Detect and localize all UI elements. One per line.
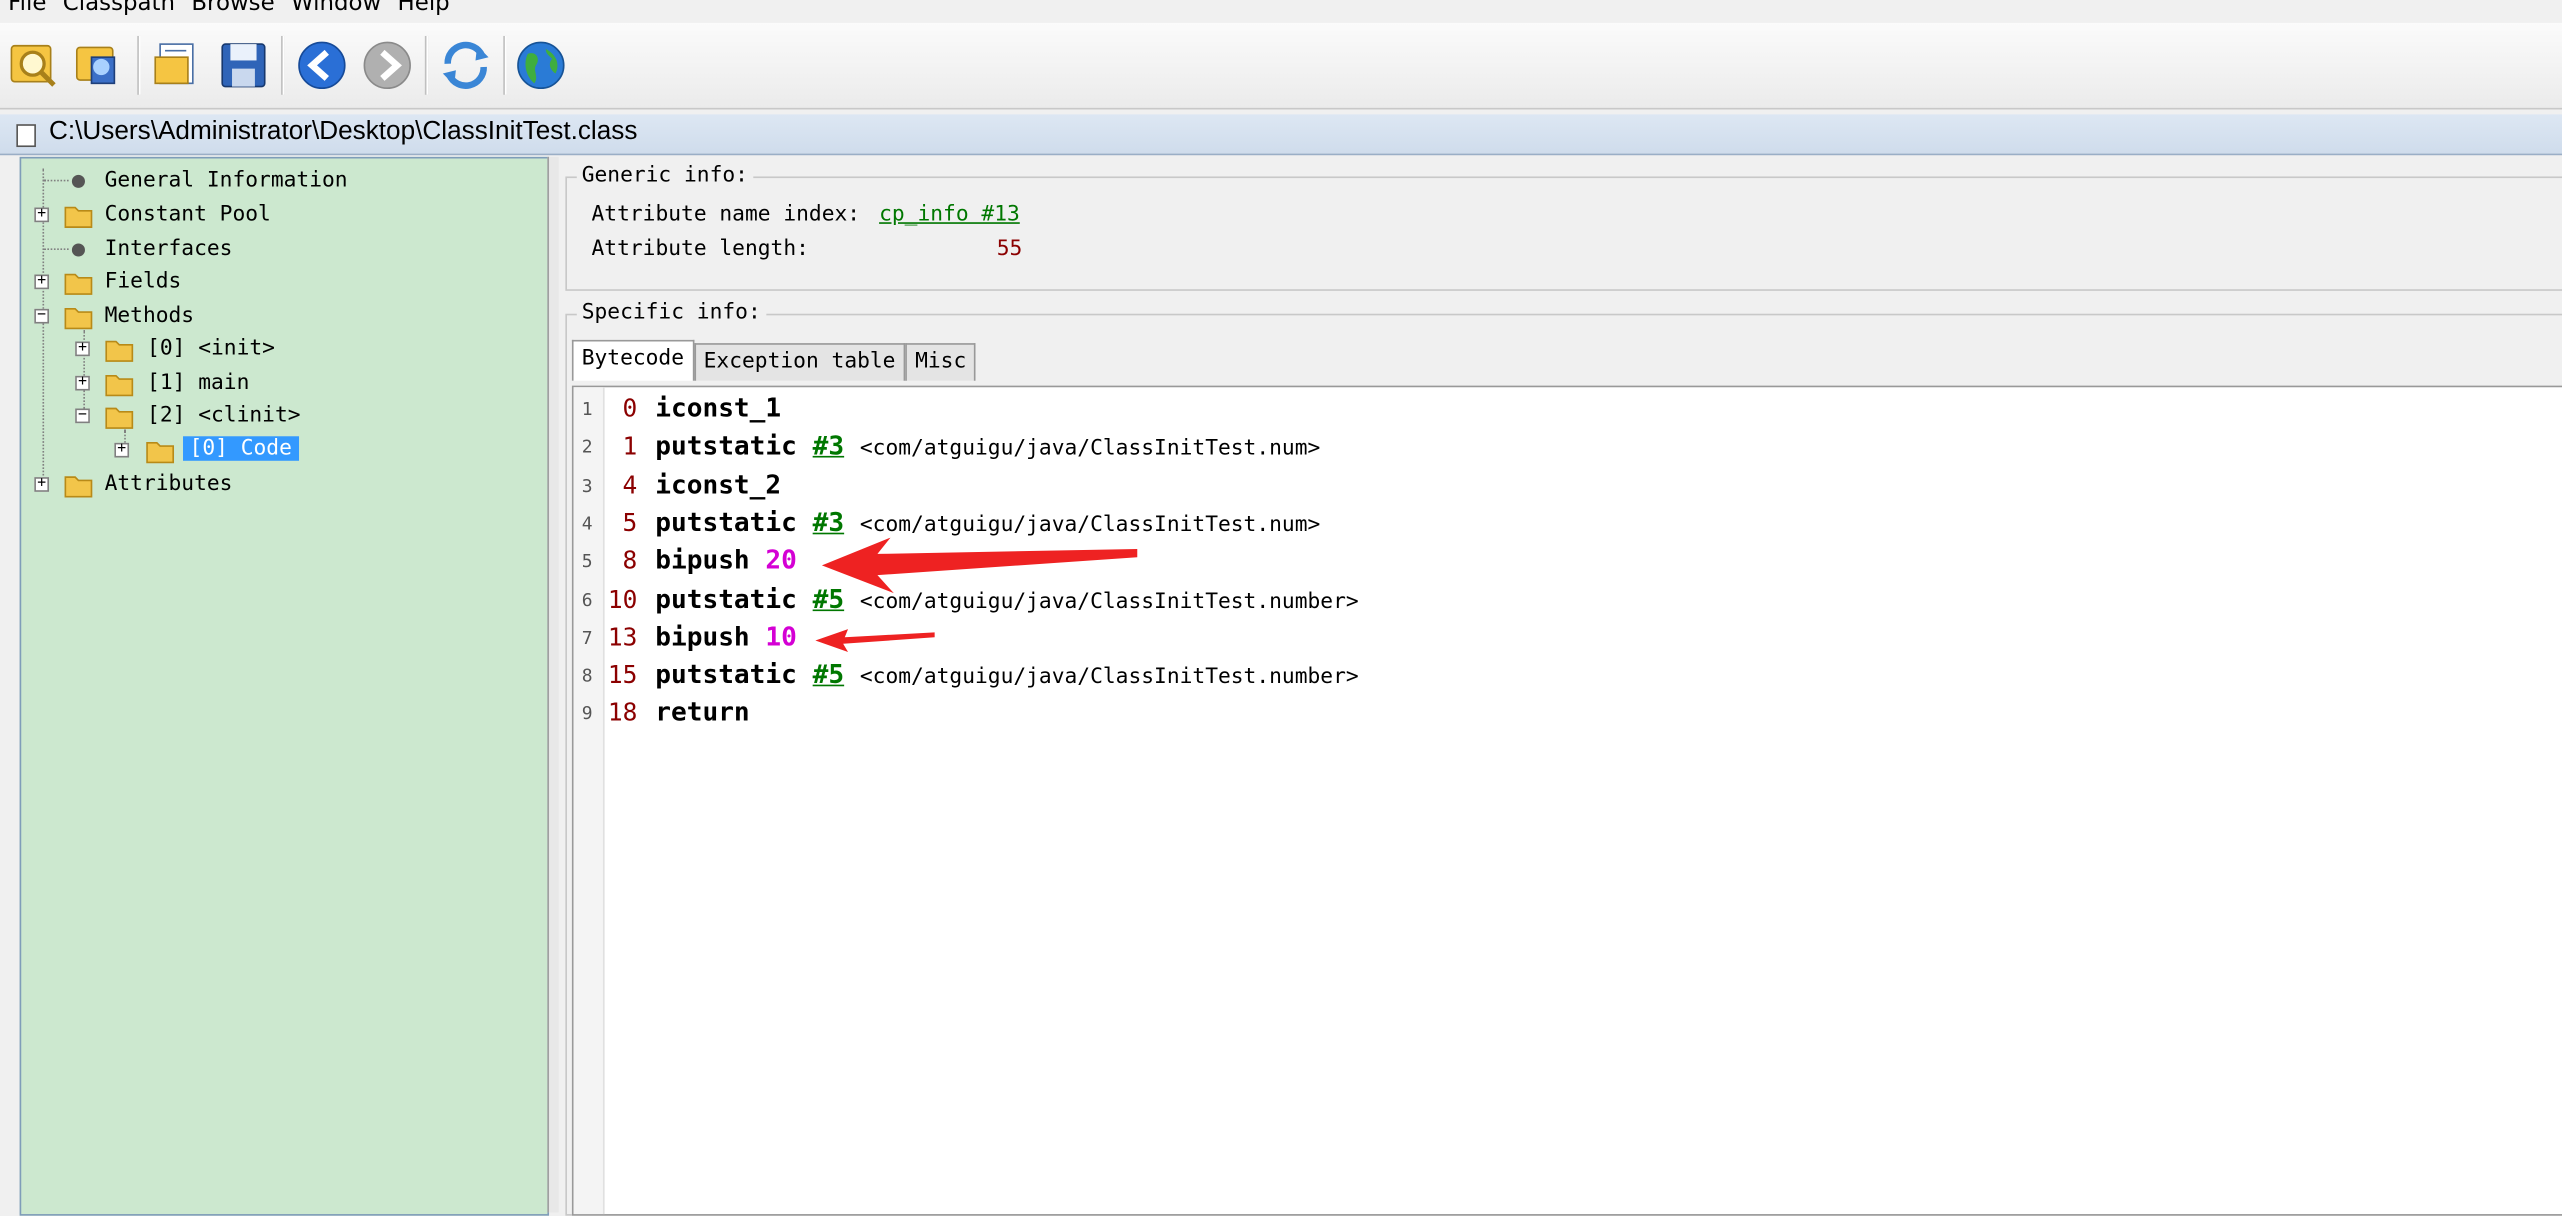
- tree-node-interfaces[interactable]: Interfaces: [21, 234, 511, 267]
- folder-icon: [146, 441, 175, 464]
- expand-plus-icon[interactable]: +: [34, 207, 50, 223]
- bytecode-view[interactable]: 1 0 iconst_1 2 1 putstatic #3 <com/atguigu/ja…: [571, 385, 2562, 1216]
- open-folder-icon: [105, 407, 134, 429]
- expand-plus-icon[interactable]: +: [114, 442, 130, 458]
- window-title-bar: C:\Users\Administrator\Desktop\ClassInit…: [0, 114, 2562, 156]
- window-title: C:\Users\Administrator\Desktop\ClassInit…: [49, 117, 638, 146]
- open-folder-icon[interactable]: [150, 38, 206, 94]
- selected-tree-label: [0] Code: [183, 436, 299, 461]
- annotation-arrows: [815, 537, 1138, 652]
- folder-icon: [105, 340, 134, 362]
- expand-plus-icon[interactable]: +: [75, 375, 90, 391]
- back-icon[interactable]: [294, 38, 350, 94]
- expand-plus-icon[interactable]: +: [75, 341, 90, 357]
- tree-node-methods[interactable]: − Methods: [21, 301, 511, 334]
- specific-info-legend: Specific info:: [576, 300, 766, 326]
- collapse-minus-icon[interactable]: −: [34, 308, 50, 324]
- menu-classpath[interactable]: Classpath: [63, 0, 175, 16]
- expand-plus-icon[interactable]: +: [34, 274, 50, 290]
- folder-icon: [64, 206, 93, 228]
- class-file-icon: [16, 124, 36, 148]
- tree-node-method-main[interactable]: + [1] main: [21, 368, 511, 401]
- tree-node-method-clinit[interactable]: − [2] <clinit>: [21, 400, 511, 433]
- reload-icon[interactable]: [438, 38, 494, 94]
- attribute-length-value: 55: [996, 236, 1023, 262]
- menu-window[interactable]: Window: [291, 0, 381, 16]
- leaf-bullet-icon: [71, 243, 85, 257]
- tree-node-general-information[interactable]: General Information: [21, 165, 511, 198]
- collapse-minus-icon[interactable]: −: [75, 408, 90, 424]
- tab-misc[interactable]: Misc: [905, 343, 977, 381]
- specific-info-tabs: Bytecode Exception table Misc: [571, 339, 977, 381]
- tab-bytecode[interactable]: Bytecode: [571, 339, 694, 381]
- panel-splitter[interactable]: [547, 156, 559, 1213]
- tree-node-method-init[interactable]: + [0] <init>: [21, 333, 511, 366]
- menu-bar: File Classpath Browse Window Help: [0, 0, 2562, 17]
- tree-node-fields[interactable]: + Fields: [21, 266, 511, 299]
- annotation-arrow-bipush-10: [815, 629, 935, 652]
- expand-plus-icon[interactable]: +: [34, 476, 50, 492]
- menu-help[interactable]: Help: [398, 0, 450, 16]
- attribute-name-index-label: Attribute name index:: [591, 202, 861, 228]
- leaf-bullet-icon: [71, 174, 85, 188]
- folder-icon: [64, 476, 93, 498]
- generic-info-legend: Generic info:: [576, 163, 753, 188]
- open-jar-icon[interactable]: [72, 38, 128, 94]
- menu-file[interactable]: File: [8, 0, 46, 16]
- tab-exception-table[interactable]: Exception table: [693, 343, 906, 381]
- generic-info-group: Generic info: Attribute name index: cp_i…: [565, 163, 2562, 291]
- class-tree-panel: General Information + Constant Pool Inte…: [19, 156, 550, 1216]
- attribute-length-label: Attribute length:: [591, 236, 809, 262]
- folder-icon: [64, 273, 93, 295]
- save-icon[interactable]: [216, 38, 272, 94]
- detail-panel: Generic info: Attribute name index: cp_i…: [558, 156, 2562, 1216]
- open-folder-icon: [64, 308, 93, 330]
- annotation-arrow-bipush-20: [821, 537, 1138, 594]
- toolbar: [0, 22, 2562, 110]
- attribute-name-index-link[interactable]: cp_info #13: [879, 203, 1020, 228]
- folder-icon: [105, 375, 134, 397]
- menu-browse[interactable]: Browse: [191, 0, 274, 16]
- tree-node-attributes[interactable]: + Attributes: [21, 469, 511, 502]
- web-icon[interactable]: [513, 38, 569, 94]
- forward-icon[interactable]: [359, 38, 415, 94]
- tree-node-constant-pool[interactable]: + Constant Pool: [21, 199, 511, 232]
- tree-node-code-attribute[interactable]: + [0] Code: [21, 435, 511, 468]
- open-class-icon[interactable]: [7, 38, 63, 94]
